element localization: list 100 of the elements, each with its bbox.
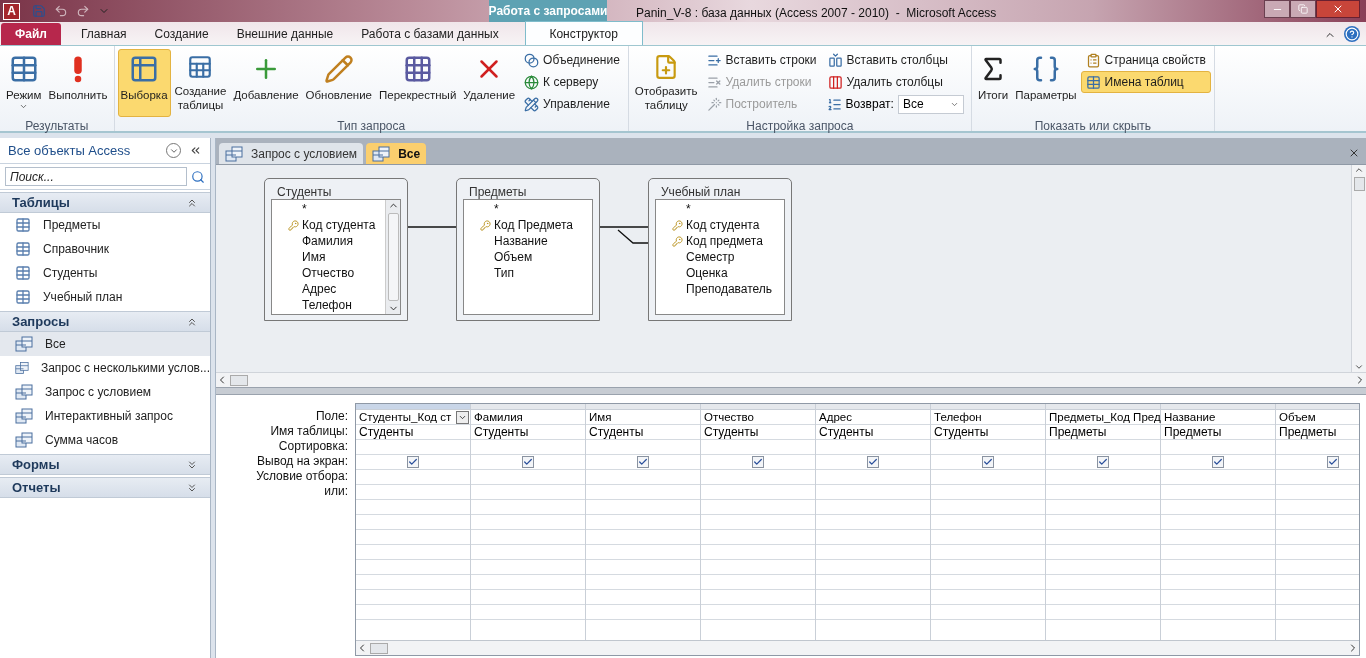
navigation-item[interactable]: Сумма часов (0, 428, 210, 452)
ribbon-button[interactable]: Создание таблицы (171, 49, 230, 117)
checkbox[interactable] (1097, 456, 1109, 468)
ribbon-button[interactable]: Удалить столбцы (822, 71, 968, 93)
field-name[interactable]: Адрес (302, 280, 337, 298)
section-header[interactable]: Запросы (0, 311, 210, 332)
navigation-item[interactable]: Студенты (0, 261, 210, 285)
scrollbar[interactable] (385, 200, 400, 314)
navigation-item[interactable]: Интерактивный запрос (0, 404, 210, 428)
field-cell[interactable]: Имя (586, 410, 700, 424)
table-cell[interactable]: Студенты (586, 425, 644, 439)
minimize-button[interactable] (1264, 0, 1290, 18)
ribbon-tab[interactable]: Создание (140, 23, 223, 45)
navigation-item[interactable]: Запрос с условием (0, 380, 210, 404)
field-cell[interactable]: Телефон (931, 410, 1045, 424)
ribbon-button[interactable]: Обновление (302, 49, 375, 117)
horizontal-scrollbar[interactable] (356, 640, 1359, 655)
field-list-window[interactable]: Учебный план * Код студента Код предмета Семестр Оценка Преподаватель (648, 178, 792, 321)
ribbon-button[interactable]: Управление (519, 93, 625, 115)
field-name[interactable]: Название (494, 232, 548, 250)
navigation-item[interactable]: Предметы (0, 213, 210, 237)
return-dropdown[interactable]: Все (897, 94, 964, 114)
checkbox[interactable] (867, 456, 879, 468)
table-cell[interactable]: Предметы (1161, 425, 1222, 439)
checkbox[interactable] (1212, 456, 1224, 468)
section-header[interactable]: Таблицы (0, 192, 210, 213)
help-button[interactable] (1344, 26, 1360, 42)
scroll-thumb[interactable] (387, 213, 399, 301)
field-name[interactable]: * (686, 200, 691, 218)
ribbon-button[interactable]: Параметры (1012, 49, 1080, 117)
ribbon-button[interactable]: Итоги (974, 49, 1012, 117)
checkbox[interactable] (752, 456, 764, 468)
horizontal-scrollbar[interactable] (216, 372, 1366, 387)
navigation-item[interactable]: Все (0, 332, 210, 356)
field-name[interactable]: Код Предмета (494, 216, 573, 234)
ribbon-button[interactable]: Имена таблиц (1080, 71, 1211, 93)
field-cell[interactable]: Студенты_Код ст (356, 410, 470, 424)
navigation-item[interactable]: Справочник (0, 237, 210, 261)
ribbon-button[interactable]: Вставить строки (701, 49, 822, 71)
ribbon-button[interactable]: Выборка (117, 49, 171, 117)
dropdown-button[interactable] (456, 411, 469, 424)
ribbon-button[interactable]: Вставить столбцы (822, 49, 968, 71)
table-cell[interactable]: Студенты (356, 425, 414, 439)
navigation-item[interactable]: Учебный план (0, 285, 210, 309)
checkbox[interactable] (522, 456, 534, 468)
ribbon-tab[interactable]: Конструктор (524, 21, 643, 45)
field-name[interactable]: Отчество (302, 264, 355, 282)
ribbon-button[interactable]: Режим (3, 49, 45, 117)
field-name[interactable]: Фамилия (302, 232, 353, 250)
field-name[interactable]: Имя (302, 248, 326, 266)
undo-button[interactable] (54, 4, 68, 18)
table-cell[interactable]: Студенты (931, 425, 989, 439)
field-name[interactable]: Код студента (302, 216, 376, 234)
field-list-window[interactable]: Предметы * Код Предмета Название Объем Тип (456, 178, 600, 321)
field-cell[interactable]: Отчество (701, 410, 815, 424)
document-tab[interactable]: Запрос с условием (219, 143, 364, 164)
scroll-thumb[interactable] (230, 374, 248, 386)
section-header[interactable]: Формы (0, 454, 210, 475)
document-tab[interactable]: Все (366, 143, 427, 164)
ribbon-button[interactable]: Выполнить (45, 49, 111, 117)
table-cell[interactable]: Предметы (1046, 425, 1107, 439)
field-name[interactable]: Оценка (686, 264, 728, 282)
field-name[interactable]: Семестр (686, 248, 735, 266)
ribbon-button[interactable]: Объединение (519, 49, 625, 71)
ribbon-tab[interactable]: Внешние данные (222, 23, 348, 45)
vertical-scrollbar[interactable] (1351, 165, 1366, 372)
ribbon-button[interactable]: К серверу (519, 71, 625, 93)
scroll-thumb[interactable] (370, 642, 388, 654)
checkbox[interactable] (637, 456, 649, 468)
checkbox[interactable] (407, 456, 419, 468)
ribbon-button[interactable]: Удаление (460, 49, 519, 117)
table-cell[interactable]: Предметы (1276, 425, 1337, 439)
field-cell[interactable]: Предметы_Код Пред (1046, 410, 1161, 424)
field-name[interactable]: Телефон (302, 296, 352, 314)
collapse-pane-button[interactable] (189, 144, 202, 157)
checkbox[interactable] (1327, 456, 1339, 468)
restore-button[interactable] (1290, 0, 1316, 18)
field-name[interactable]: Преподаватель (686, 280, 773, 298)
field-cell[interactable]: Название (1161, 410, 1275, 424)
section-header[interactable]: Отчеты (0, 477, 210, 498)
ribbon-button[interactable]: Отобразить таблицу (631, 49, 701, 117)
ribbon-tab[interactable]: Работа с базами данных (347, 23, 513, 45)
field-cell[interactable]: Адрес (816, 410, 930, 424)
navigation-item[interactable]: Запрос с несколькими услов... (0, 356, 210, 380)
table-cell[interactable]: Студенты (816, 425, 874, 439)
field-name[interactable]: Объем (494, 248, 533, 266)
ribbon-button[interactable]: Перекрестный (375, 49, 460, 117)
field-name[interactable]: * (302, 200, 307, 218)
checkbox[interactable] (982, 456, 994, 468)
field-name[interactable]: Код студента (686, 216, 760, 234)
scroll-thumb[interactable] (1353, 177, 1365, 191)
ribbon-tab[interactable]: Главная (66, 23, 141, 45)
field-name[interactable]: * (494, 200, 499, 218)
field-cell[interactable]: Фамилия (471, 410, 585, 424)
redo-button[interactable] (76, 4, 90, 18)
field-cell[interactable]: Объем (1276, 410, 1359, 424)
close-tab-button[interactable] (1348, 147, 1360, 159)
field-list-window[interactable]: Студенты * Код студента Фамилия Имя Отчество Адрес Телефон (264, 178, 408, 321)
field-name[interactable]: Тип (494, 264, 514, 282)
ribbon-button[interactable]: Добавление (230, 49, 302, 117)
